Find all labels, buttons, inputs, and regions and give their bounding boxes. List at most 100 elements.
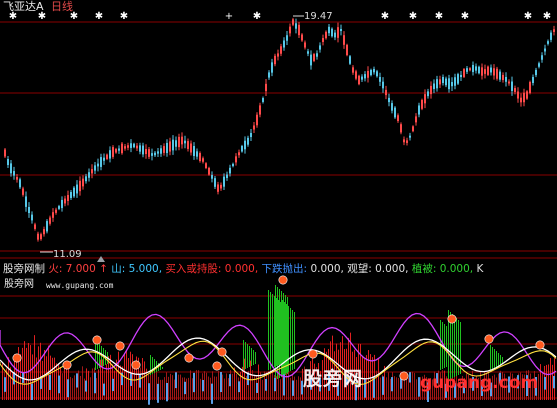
histogram-bar	[204, 371, 205, 400]
candle-body	[460, 74, 462, 78]
candle-body	[217, 184, 219, 192]
histogram-bar	[150, 373, 151, 400]
candle-body	[355, 71, 357, 79]
candle-body	[466, 68, 468, 72]
histogram-bar	[222, 374, 223, 400]
histogram-green-bar	[458, 320, 459, 375]
histogram-bar	[72, 378, 73, 400]
histogram-blue-bar	[67, 379, 69, 398]
histogram-bar	[92, 368, 93, 400]
candle-body	[25, 196, 27, 207]
period-label[interactable]: 日线	[51, 1, 73, 13]
histogram-bar	[192, 378, 193, 400]
histogram-bar	[542, 371, 543, 400]
candle-body	[439, 79, 441, 85]
histogram-bar	[260, 372, 261, 400]
histogram-bar	[40, 342, 41, 400]
histogram-green-bar	[500, 355, 501, 365]
candle-body	[4, 149, 6, 157]
histogram-blue-bar	[544, 376, 546, 390]
histogram-green-bar	[287, 297, 288, 374]
histogram-blue-bar	[166, 382, 168, 402]
histogram-bar	[82, 366, 83, 400]
signal-star-icon: ✱	[435, 11, 443, 22]
candle-body	[469, 68, 471, 71]
histogram-bar	[156, 371, 157, 400]
histogram-green-bar	[97, 342, 98, 369]
candle-body	[88, 172, 90, 178]
candle-body	[103, 157, 105, 161]
indicator-item: 观望:	[343, 263, 372, 275]
histogram-bar	[398, 378, 399, 400]
candle-body	[73, 187, 75, 197]
candle-body	[139, 145, 141, 152]
histogram-blue-bar	[139, 374, 141, 388]
candle-body	[409, 135, 411, 138]
candle-body	[118, 148, 120, 151]
candle-body	[448, 78, 450, 90]
candle-body	[259, 105, 261, 115]
histogram-bar	[258, 364, 259, 400]
candle-body	[130, 143, 132, 148]
histogram-green-bar	[270, 292, 271, 369]
histogram-bar	[298, 376, 299, 400]
histogram-bar	[74, 375, 75, 400]
histogram-green-bar	[245, 342, 246, 369]
candle-body	[538, 63, 540, 67]
candle-body	[301, 34, 303, 41]
histogram-green-bar	[253, 350, 254, 365]
histogram-green-bar	[278, 300, 279, 365]
candle-body	[106, 154, 108, 159]
histogram-blue-bar	[409, 372, 411, 383]
signal-star-icon: ✱	[381, 11, 389, 22]
histogram-bar	[56, 363, 57, 400]
candle-body	[127, 145, 129, 148]
histogram-bar	[118, 351, 119, 400]
signal-star-icon: ✱	[95, 11, 103, 22]
signal-star-icon: ✱	[543, 11, 551, 22]
candle-body	[214, 178, 216, 187]
candle-body	[76, 184, 78, 194]
histogram-blue-bar	[220, 372, 222, 393]
candle-body	[211, 175, 213, 179]
histogram-bar	[548, 364, 549, 400]
histogram-bar	[180, 374, 181, 400]
histogram-bar	[242, 366, 243, 400]
signal-marker-icon	[12, 353, 22, 363]
histogram-bar	[80, 375, 81, 400]
histogram-green-bar	[276, 298, 277, 366]
histogram-blue-bar	[391, 377, 393, 392]
candle-body	[472, 64, 474, 73]
histogram-bar	[234, 367, 235, 400]
histogram-green-bar	[452, 314, 453, 378]
candle-body	[253, 125, 255, 130]
indicator-name[interactable]: 股旁网制	[3, 263, 45, 275]
candle-body	[61, 199, 63, 209]
histogram-green-bar	[288, 306, 289, 372]
candle-body	[199, 153, 201, 161]
histogram-bar	[262, 379, 263, 400]
candle-body	[193, 146, 195, 156]
candle-body	[238, 152, 240, 156]
candle-body	[298, 24, 300, 36]
chart-canvas[interactable]: ✱ ✱ ✱ ✱ ✱ + ✱ ✱ ✱ ✱ ✱ ✱ ✱	[0, 0, 557, 408]
histogram-bar	[390, 378, 391, 400]
candle-body	[109, 150, 111, 159]
histogram-bar	[106, 364, 107, 400]
candle-body	[283, 40, 285, 48]
histogram-bar	[278, 370, 279, 400]
histogram-bar	[228, 378, 229, 400]
candle-body	[280, 46, 282, 54]
candle-body	[244, 140, 246, 150]
histogram-green-bar	[446, 326, 447, 367]
histogram-bar	[410, 379, 411, 400]
candle-body	[175, 140, 177, 147]
histogram-blue-bar	[211, 383, 213, 404]
histogram-bar	[216, 376, 217, 400]
signal-marker-icon	[131, 360, 141, 370]
candle-body	[532, 77, 534, 83]
candle-body	[397, 115, 399, 122]
histogram-bar	[120, 365, 121, 400]
candle-body	[34, 224, 36, 229]
histogram-bar	[546, 364, 547, 400]
